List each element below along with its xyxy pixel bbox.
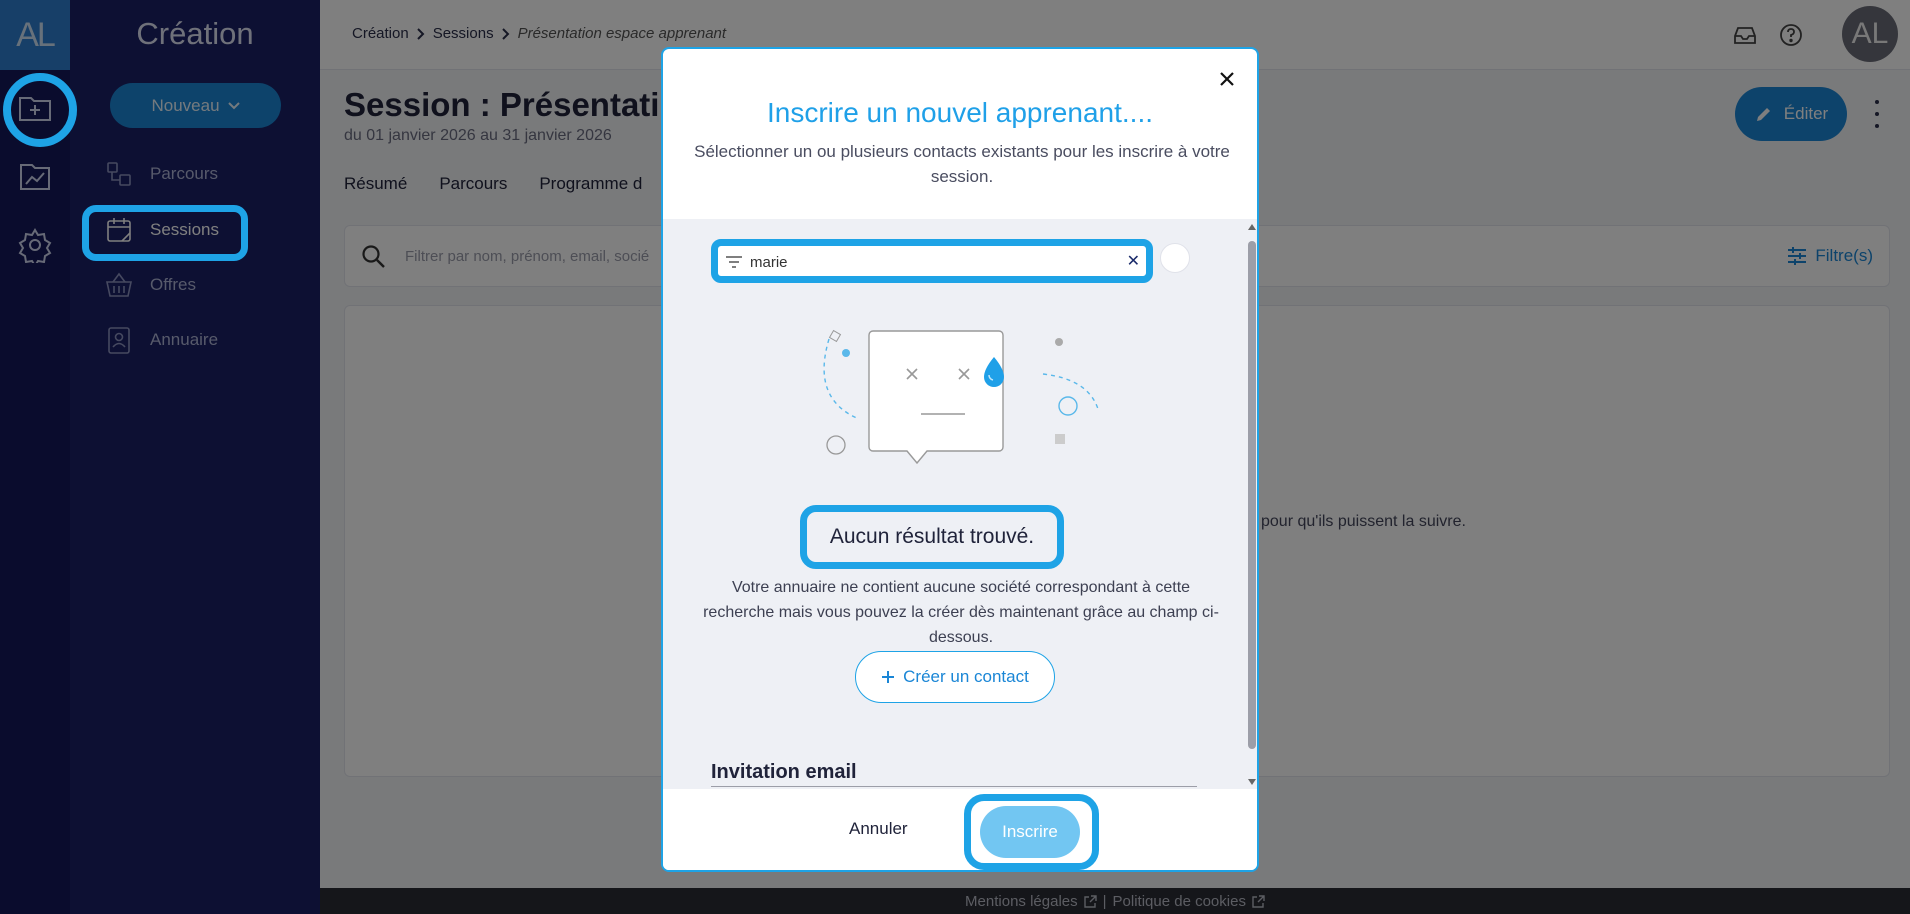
enroll-button[interactable]: Inscrire: [980, 806, 1080, 858]
scroll-down-arrow-icon[interactable]: [1248, 779, 1256, 785]
modal-subtitle: Sélectionner un ou plusieurs contacts ex…: [694, 142, 1230, 186]
scrollbar-thumb[interactable]: [1248, 241, 1256, 749]
highlight-ring-sessions: [82, 205, 248, 261]
enroll-learner-modal: Inscrire un nouvel apprenant.... Sélecti…: [661, 47, 1259, 872]
create-contact-label: Créer un contact: [903, 667, 1029, 686]
no-result-description: Votre annuaire ne contient aucune sociét…: [703, 579, 1219, 646]
close-icon[interactable]: [1213, 65, 1241, 93]
cancel-button[interactable]: Annuler: [849, 819, 908, 839]
modal-body: marie ✕ Aucun résultat trouvé. Votre ann…: [663, 219, 1257, 789]
modal-title: Inscrire un nouvel apprenant....: [766, 97, 1153, 128]
search-value: marie: [750, 254, 788, 271]
clear-search-icon[interactable]: ✕: [1127, 251, 1140, 271]
divider: [711, 786, 1197, 787]
contact-search-input[interactable]: marie ✕: [711, 239, 1153, 283]
no-result-title: Aucun résultat trouvé.: [800, 505, 1064, 569]
select-all-toggle[interactable]: [1160, 243, 1190, 273]
filter-icon: [726, 256, 742, 268]
empty-result-illustration: [823, 329, 1099, 465]
scroll-up-arrow-icon[interactable]: [1248, 224, 1256, 230]
create-contact-button[interactable]: Créer un contact: [855, 651, 1055, 703]
highlight-ring-folder: [3, 73, 77, 147]
invitation-email-heading: Invitation email: [711, 761, 857, 783]
plus-icon: [882, 671, 895, 683]
modal-footer: Annuler Inscrire: [663, 789, 1257, 870]
